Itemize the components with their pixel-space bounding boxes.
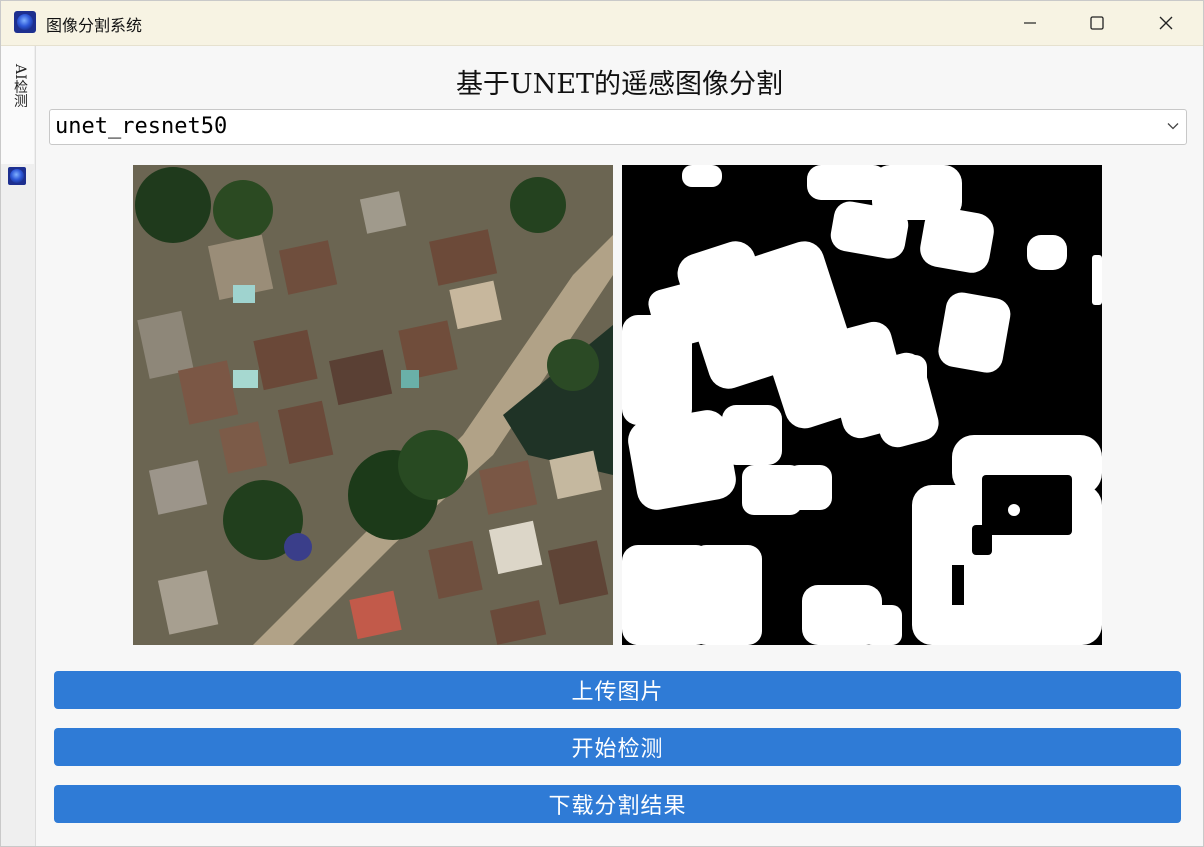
- app-logo-icon: [14, 11, 36, 33]
- satellite-photo: [133, 165, 613, 645]
- segmentation-mask-image: [622, 165, 1102, 645]
- start-detection-button[interactable]: 开始检测: [54, 728, 1181, 766]
- app-window: 图像分割系统 AI检测 基于UNET的遥感图像分割 unet_resnet50: [0, 0, 1204, 847]
- side-tab-bar: AI检测: [1, 46, 36, 846]
- close-icon: [1159, 16, 1173, 30]
- minimize-button[interactable]: [1007, 1, 1053, 45]
- main-content: 基于UNET的遥感图像分割 unet_resnet50 上传图片 开始检测 下载…: [36, 46, 1203, 846]
- maximize-button[interactable]: [1074, 1, 1120, 45]
- tab-ai-detection[interactable]: AI检测: [1, 46, 34, 164]
- model-select-value: unet_resnet50: [55, 114, 228, 139]
- minimize-icon: [1024, 22, 1036, 24]
- page-title: 基于UNET的遥感图像分割: [455, 69, 784, 100]
- original-image: [133, 165, 613, 645]
- chevron-down-icon: [1167, 123, 1179, 130]
- upload-image-button[interactable]: 上传图片: [54, 671, 1181, 709]
- maximize-icon: [1090, 16, 1104, 30]
- tab-ai-detection-label: AI检测: [12, 64, 28, 108]
- window-title: 图像分割系统: [46, 16, 143, 35]
- close-button[interactable]: [1143, 1, 1189, 45]
- model-select[interactable]: unet_resnet50: [49, 109, 1187, 145]
- title-bar[interactable]: 图像分割系统: [1, 1, 1203, 46]
- segmentation-mask: [622, 165, 1102, 645]
- tab-ai-detection-icon: [8, 167, 26, 185]
- download-result-button[interactable]: 下载分割结果: [54, 785, 1181, 823]
